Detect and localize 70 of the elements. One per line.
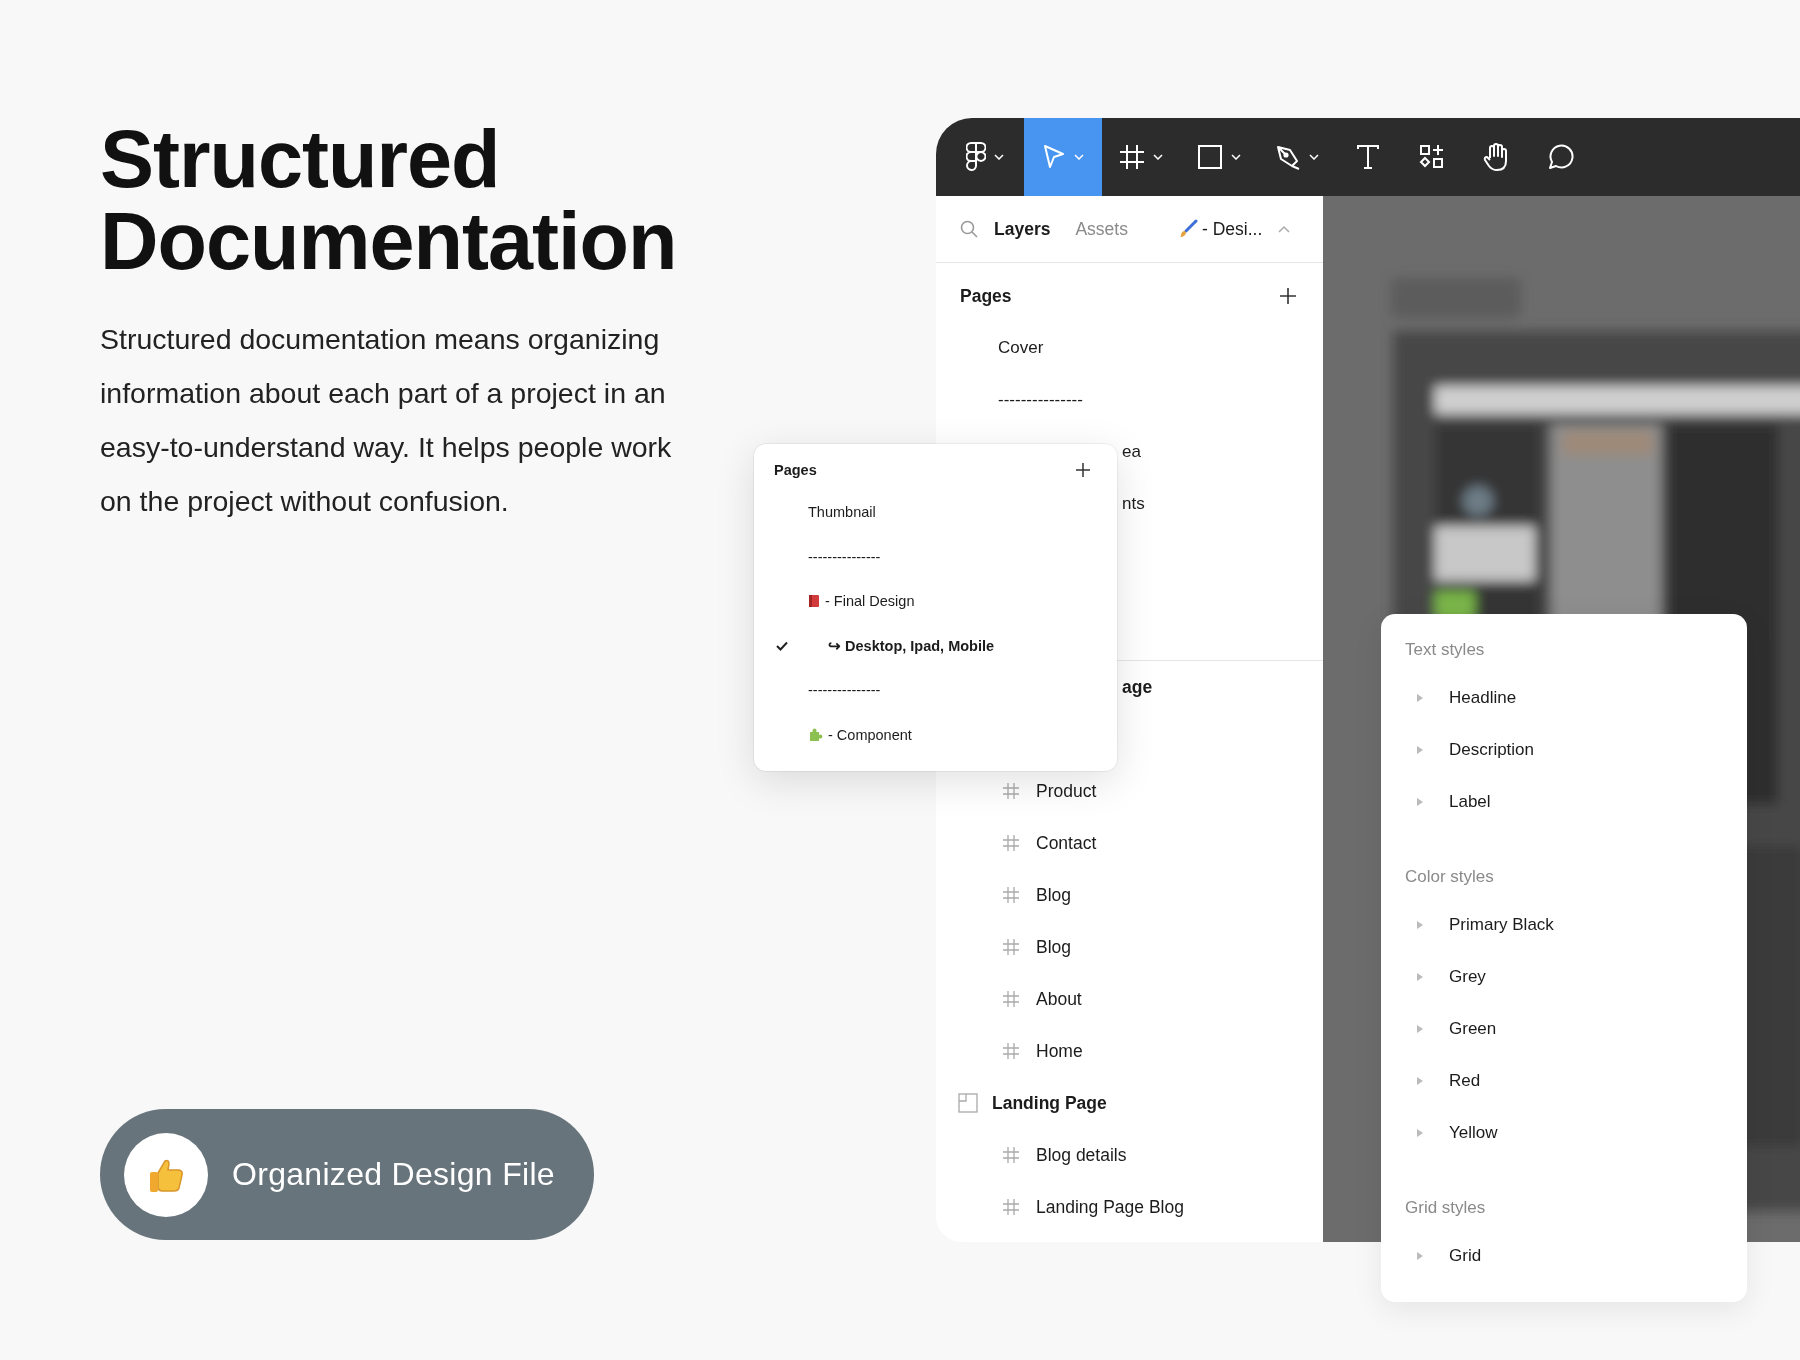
book-icon (808, 594, 820, 609)
section-title: Color styles (1405, 866, 1495, 888)
section-icon (958, 1093, 978, 1113)
style-item[interactable]: Yellow (1449, 1123, 1498, 1143)
add-icon[interactable] (1075, 462, 1091, 478)
frame-icon (1003, 1147, 1019, 1163)
style-item[interactable]: Label (1449, 792, 1491, 812)
layer-item[interactable]: Product (1036, 780, 1097, 802)
frame-icon (1003, 939, 1019, 955)
frame-icon (1003, 835, 1019, 851)
add-icon[interactable] (1279, 287, 1297, 305)
caret-icon (1153, 154, 1163, 160)
page-item[interactable]: --------------- (808, 548, 881, 565)
style-item[interactable]: Headline (1449, 688, 1517, 708)
panel-tab[interactable]: Layers (994, 218, 1051, 240)
style-item[interactable]: Grid (1449, 1246, 1482, 1266)
frame-icon (1003, 783, 1019, 799)
frame-icon (1003, 887, 1019, 903)
page-item[interactable]: nts (1122, 494, 1145, 514)
text-tool-icon (1356, 144, 1380, 170)
check-icon (776, 640, 788, 651)
frame-icon (1003, 1199, 1019, 1215)
section-title: Text styles (1405, 639, 1486, 661)
page-menu[interactable]: - Desi... (1201, 218, 1263, 240)
page-item[interactable]: --------------- (998, 390, 1083, 410)
layer-item[interactable]: Home (1036, 1040, 1083, 1062)
caret-icon (1231, 154, 1241, 160)
search-icon (960, 220, 978, 238)
layer-item[interactable]: Contact (1036, 832, 1097, 854)
square-icon (1197, 144, 1223, 170)
section-title: Pages (960, 285, 1012, 307)
layer-item[interactable]: About (1036, 988, 1082, 1010)
style-item[interactable]: Description (1449, 740, 1535, 760)
frame-icon (1003, 991, 1019, 1007)
page-item[interactable]: - Component (828, 726, 912, 743)
pen-icon (1275, 144, 1301, 170)
logo-icon (966, 142, 986, 172)
style-item[interactable]: Primary Black (1449, 915, 1554, 935)
cursor-icon (1042, 144, 1066, 170)
layer-item[interactable]: Landing Page Blog (1036, 1196, 1184, 1218)
popup-title: Pages (774, 462, 817, 478)
badge-label: Organized Design File (232, 1156, 555, 1193)
puzzle-icon (808, 727, 823, 743)
caret-icon (994, 154, 1004, 160)
page-item[interactable]: - Final Design (825, 593, 915, 610)
layer-item[interactable]: Blog (1036, 936, 1072, 958)
shapes-icon (1419, 144, 1445, 170)
page-item[interactable]: Thumbnail (808, 504, 876, 521)
hand-icon (1482, 142, 1510, 172)
style-item[interactable]: Green (1449, 1019, 1497, 1039)
layer-item[interactable]: Landing Page (992, 1092, 1107, 1114)
layer-item[interactable]: Blog details (1036, 1144, 1127, 1166)
headline: Structured Documentation (100, 118, 678, 282)
hash-icon (1119, 144, 1145, 170)
style-item[interactable]: Grey (1449, 967, 1486, 987)
page-item[interactable]: Cover (998, 338, 1044, 358)
caret-icon (1278, 225, 1291, 233)
panel-tab[interactable]: Assets (1075, 218, 1128, 240)
section-title: Grid styles (1405, 1197, 1487, 1219)
page-item[interactable]: --------------- (808, 682, 881, 699)
caret-icon (1309, 154, 1319, 160)
layer-item[interactable]: age (1122, 676, 1153, 698)
caret-icon (1074, 154, 1084, 160)
page-item[interactable]: ea (1122, 442, 1141, 462)
description: Structured documentation means organizing information about each part of a project in an easy-to-understand way. It helps people work on the project without confusion. (100, 322, 673, 519)
comment-icon (1546, 143, 1574, 171)
layer-item[interactable]: Blog (1036, 884, 1072, 906)
style-item[interactable]: Red (1449, 1071, 1481, 1091)
page-item[interactable]: ↪ Desktop, Ipad, Mobile (828, 637, 995, 654)
frame-icon (1003, 1043, 1019, 1059)
